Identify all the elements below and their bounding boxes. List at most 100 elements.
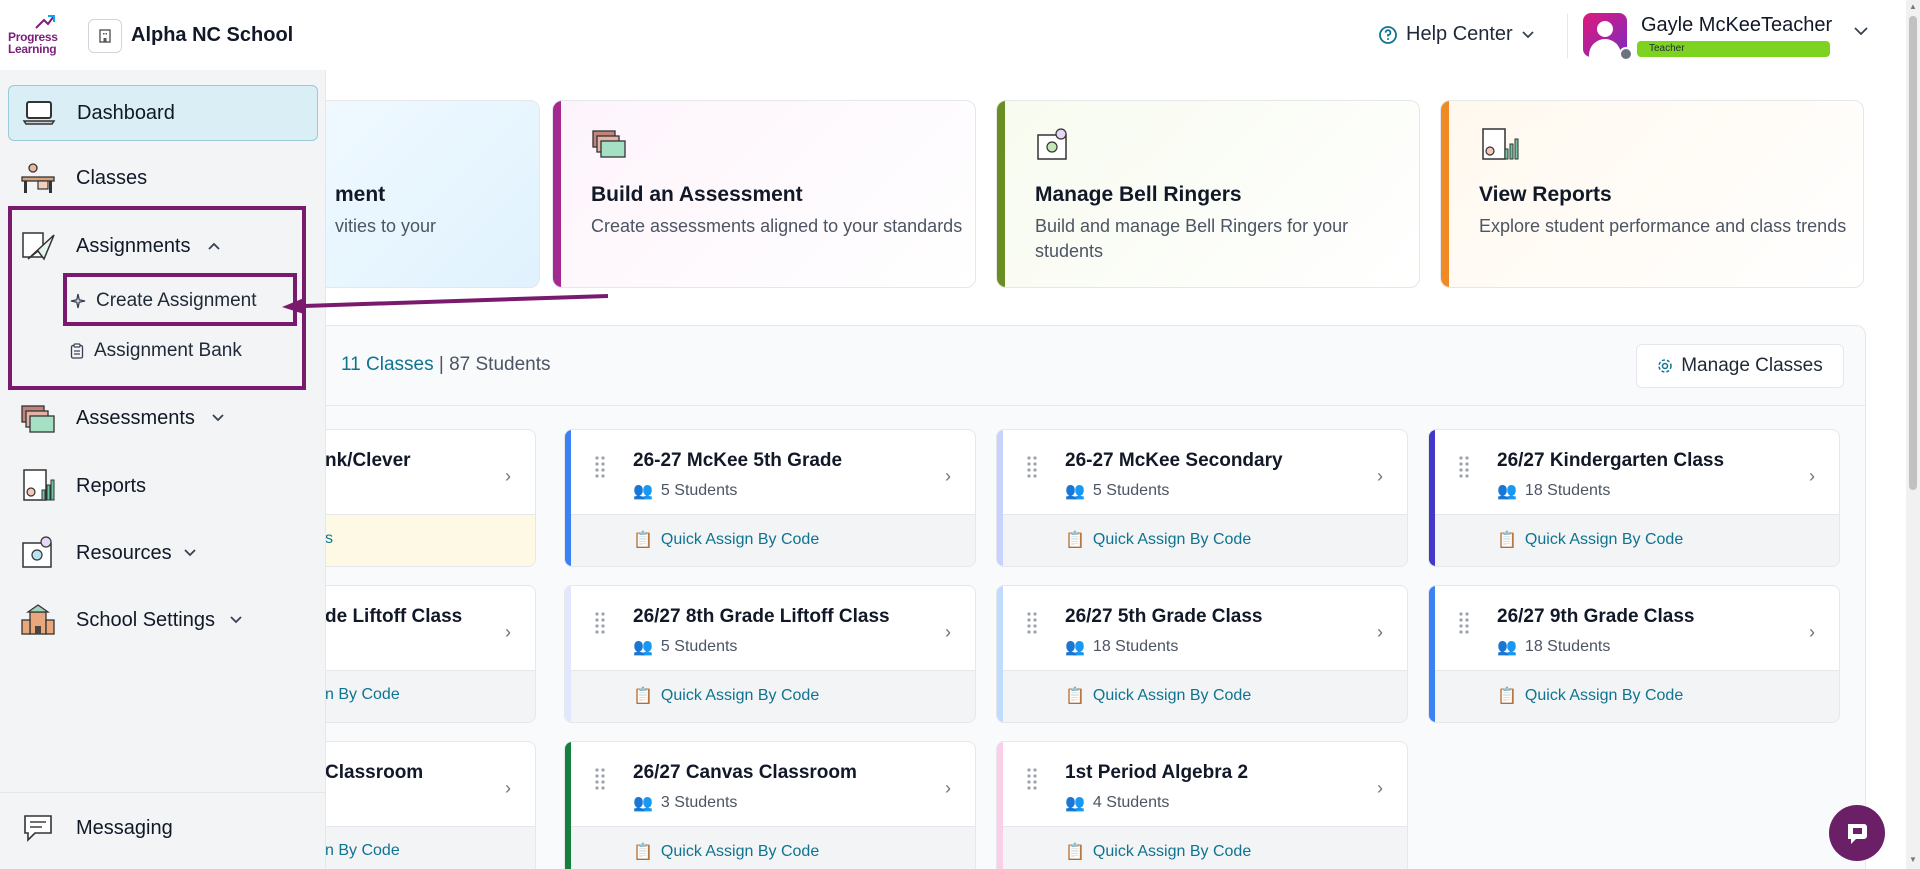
students-icon: 👥 [1065, 795, 1085, 812]
chevron-right-icon[interactable]: › [1809, 622, 1815, 643]
class-card[interactable]: 26/27 8th Grade Liftoff Class 👥 5 Student… [564, 585, 976, 723]
quick-assign-link[interactable]: 📋 Quick Assign By Code [1497, 530, 1683, 550]
card-description: Explore student performance and class tr… [1479, 216, 1847, 236]
sidebar-item-label: Resources [76, 541, 172, 564]
chevron-right-icon[interactable]: › [945, 622, 951, 643]
drag-handle-icon[interactable] [1027, 612, 1037, 634]
chevron-right-icon[interactable]: › [1377, 622, 1383, 643]
quick-card-build-assessment[interactable]: Build an Assessment Create assessments a… [552, 100, 976, 288]
help-circle-icon [1379, 25, 1397, 44]
drag-handle-icon[interactable] [1459, 456, 1469, 478]
sidebar-item-messaging[interactable]: Messaging [8, 800, 318, 856]
class-name: 1st Period Algebra 2 [1065, 762, 1249, 783]
quick-card-bell-ringers[interactable]: Manage Bell Ringers Build and manage Bel… [996, 100, 1420, 288]
class-card[interactable]: de Liftoff Class › n By Code [316, 585, 536, 723]
card-description: Create assessments aligned to your stand… [591, 216, 963, 236]
sidebar-item-reports[interactable]: Reports [8, 458, 318, 514]
panel-divider [317, 405, 1865, 406]
students-icon: 👥 [1497, 483, 1517, 500]
status-indicator-icon [1619, 47, 1633, 61]
drag-handle-icon[interactable] [1027, 456, 1037, 478]
chevron-right-icon[interactable]: › [1377, 778, 1383, 799]
school-icon [18, 600, 58, 640]
clipboard-icon: 📋 [633, 532, 653, 549]
manage-classes-button[interactable]: Manage Classes [1636, 344, 1844, 388]
sidebar-item-school-settings[interactable]: School Settings [8, 592, 318, 648]
quick-assign-link[interactable]: 📋 Quick Assign By Code [633, 686, 819, 706]
class-card[interactable]: 26/27 5th Grade Class 👥 18 Students › 📋 Qu… [996, 585, 1408, 723]
student-count: 👥 5 Students [633, 482, 738, 500]
class-name: 26-27 McKee 5th Grade [633, 450, 843, 471]
quick-assign-link[interactable]: 📋 Quick Assign By Code [633, 842, 819, 862]
logo-text-line2: Learning [8, 42, 57, 56]
chevron-right-icon[interactable]: › [1809, 466, 1815, 487]
sidebar-item-label: Dashboard [77, 101, 175, 124]
scroll-down-icon[interactable]: ▼ [1909, 855, 1917, 864]
chevron-right-icon[interactable]: › [1377, 466, 1383, 487]
class-card[interactable]: 26/27 9th Grade Class 👥 18 Students › 📋 Qu… [1428, 585, 1840, 723]
user-menu-chevron-icon[interactable] [1853, 26, 1869, 36]
scrollbar-thumb[interactable] [1909, 16, 1917, 490]
school-building-icon[interactable] [88, 19, 122, 53]
help-center-menu[interactable]: Help Center [1378, 23, 1535, 46]
chat-support-button[interactable] [1829, 805, 1885, 861]
card-accent [1441, 101, 1449, 287]
class-card[interactable]: 26-27 McKee Secondary 👥 5 Students › 📋 Qui… [996, 429, 1408, 567]
class-card[interactable]: 26/27 Canvas Classroom 👥 3 Students › 📋 Qu… [564, 741, 976, 869]
class-card[interactable]: 26/27 Kindergarten Class 👥 18 Students › … [1428, 429, 1840, 567]
student-count: 👥 5 Students [633, 638, 738, 656]
quick-assign-link[interactable]: 📋 Quick Assign By Code [1065, 842, 1251, 862]
drag-handle-icon[interactable] [595, 768, 605, 790]
students-count: 87 Students [449, 354, 551, 375]
quick-assign-link[interactable]: n By Code [325, 686, 400, 704]
help-center-label: Help Center [1406, 23, 1513, 45]
class-card[interactable]: 1st Period Algebra 2 👥 4 Students › 📋 Quic… [996, 741, 1408, 869]
classes-count-link[interactable]: 11 Classes [341, 354, 434, 375]
students-icon: 👥 [633, 795, 653, 812]
chevron-right-icon[interactable]: › [505, 622, 511, 643]
laptop-icon [19, 93, 59, 133]
report-icon [1482, 128, 1519, 160]
school-name[interactable]: Alpha NC School [131, 24, 293, 47]
quick-card-view-reports[interactable]: View Reports Explore student performance… [1440, 100, 1864, 288]
role-badge: Teacher [1637, 41, 1830, 57]
chevron-right-icon[interactable]: › [945, 466, 951, 487]
resources-icon [18, 533, 58, 573]
classes-summary: 11 Classes | 87 Students [341, 354, 551, 376]
report-icon [18, 466, 58, 506]
sidebar-item-label: School Settings [76, 608, 215, 631]
class-name: 26/27 Kindergarten Class [1497, 450, 1725, 471]
student-count: 👥 18 Students [1497, 482, 1611, 500]
scroll-up-icon[interactable]: ▲ [1909, 2, 1917, 11]
page-scrollbar[interactable]: ▲ ▼ [1906, 0, 1920, 869]
quick-card-create-assignment[interactable]: ment vities to your [318, 100, 540, 288]
card-title: Build an Assessment [591, 183, 803, 206]
drag-handle-icon[interactable] [1459, 612, 1469, 634]
class-card[interactable]: Classroom › n By Code [316, 741, 536, 869]
quick-assign-link[interactable]: 📋 Quick Assign By Code [1065, 530, 1251, 550]
logo-mark-icon [35, 15, 55, 29]
sidebar-item-assessments[interactable]: Assessments [8, 390, 318, 446]
card-accent [997, 101, 1005, 287]
quick-assign-link[interactable]: 📋 Quick Assign By Code [1065, 686, 1251, 706]
clipboard-icon: 📋 [1497, 688, 1517, 705]
drag-handle-icon[interactable] [595, 456, 605, 478]
drag-handle-icon[interactable] [595, 612, 605, 634]
quick-assign-link[interactable]: 📋 Quick Assign By Code [1497, 686, 1683, 706]
class-card[interactable]: nk/Clever › s [316, 429, 536, 567]
sidebar-item-dashboard[interactable]: Dashboard [8, 85, 318, 141]
drag-handle-icon[interactable] [1027, 768, 1037, 790]
chevron-right-icon[interactable]: › [505, 466, 511, 487]
user-name[interactable]: Gayle McKeeTeacher [1641, 14, 1832, 37]
quick-assign-link[interactable]: 📋 Quick Assign By Code [633, 530, 819, 550]
sidebar-item-classes[interactable]: Classes [8, 150, 318, 206]
chevron-right-icon[interactable]: › [945, 778, 951, 799]
sidebar-item-resources[interactable]: Resources [8, 525, 318, 581]
quick-assign-link[interactable]: n By Code [325, 842, 400, 860]
chevron-right-icon[interactable]: › [505, 778, 511, 799]
card-description: Build and manage Bell Ringers for your s… [1035, 216, 1349, 261]
sidebar: Dashboard Classes Assignments Create Ass… [0, 70, 326, 869]
students-icon: 👥 [1065, 639, 1085, 656]
class-card[interactable]: 26-27 McKee 5th Grade 👥 5 Students › 📋 Qui… [564, 429, 976, 567]
progress-learning-logo[interactable]: Progress Learning [8, 14, 68, 56]
